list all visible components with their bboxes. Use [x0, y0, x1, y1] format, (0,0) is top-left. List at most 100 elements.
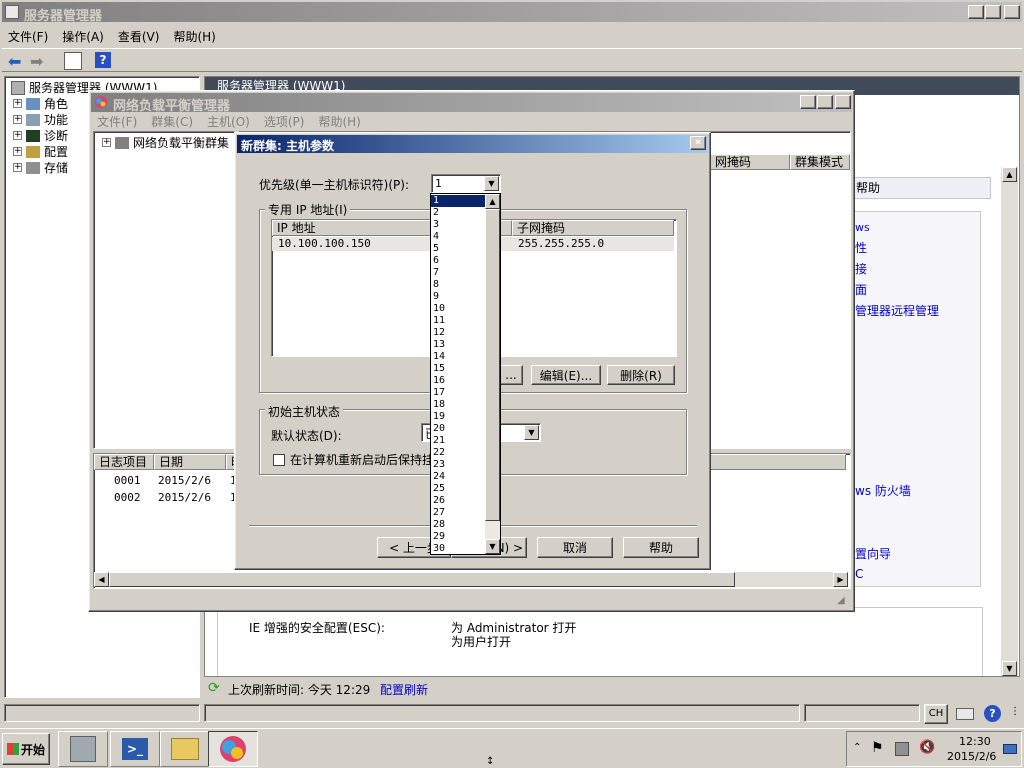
dropdown-option[interactable]: 15: [431, 363, 485, 375]
dropdown-option[interactable]: 10: [431, 303, 485, 315]
dialog-titlebar[interactable]: 新群集: 主机参数 ×: [237, 135, 708, 153]
persist-checkbox[interactable]: [273, 453, 285, 466]
nlb-menu-options[interactable]: 选项(P): [264, 113, 305, 129]
dropdown-option[interactable]: 17: [431, 387, 485, 399]
tree-item-storage[interactable]: + 存储: [13, 159, 68, 176]
flag-icon[interactable]: ⚑: [871, 740, 884, 756]
delete-button[interactable]: 删除(R): [607, 365, 675, 385]
dropdown-option[interactable]: 30: [431, 543, 485, 555]
dropdown-option[interactable]: 28: [431, 519, 485, 531]
dropdown-vscrollbar[interactable]: ▲ ▼: [485, 194, 500, 554]
log-header-date[interactable]: 日期: [154, 454, 226, 470]
dropdown-option[interactable]: 6: [431, 255, 485, 267]
dropdown-option[interactable]: 1: [431, 195, 485, 207]
ch-indicator[interactable]: CH: [924, 704, 948, 724]
close-button[interactable]: ×: [1004, 5, 1020, 19]
dropdown-option[interactable]: 11: [431, 315, 485, 327]
server-manager-titlebar[interactable]: 服务器管理器 _ □ ×: [2, 2, 1022, 24]
dropdown-option[interactable]: 14: [431, 351, 485, 363]
dialog-close-button[interactable]: ×: [690, 136, 706, 150]
dropdown-option[interactable]: 18: [431, 399, 485, 411]
volume-muted-icon[interactable]: 🔇: [919, 740, 935, 755]
show-hidden-icons[interactable]: ⌃: [853, 742, 861, 753]
scroll-down-arrow[interactable]: ▼: [1002, 661, 1017, 676]
menu-action[interactable]: 操作(A): [62, 28, 104, 44]
dropdown-option[interactable]: 12: [431, 327, 485, 339]
nlb-menu-file[interactable]: 文件(F): [97, 113, 137, 129]
side-link-3[interactable]: 接: [855, 260, 867, 277]
col-header-mask[interactable]: 网掩码: [710, 154, 790, 170]
maximize-button[interactable]: □: [985, 5, 1001, 19]
dropdown-option[interactable]: 27: [431, 507, 485, 519]
side-link-6[interactable]: ws 防火墙: [855, 482, 911, 499]
dropdown-option[interactable]: 9: [431, 291, 485, 303]
hscroll-thumb[interactable]: [109, 572, 735, 587]
side-link-4[interactable]: 面: [855, 281, 867, 298]
dropdown-option[interactable]: 21: [431, 435, 485, 447]
edit-button[interactable]: 编辑(E)...: [531, 365, 601, 385]
nlb-maximize-button[interactable]: □: [817, 95, 833, 109]
cancel-button[interactable]: 取消: [537, 537, 613, 558]
dropdown-option[interactable]: 26: [431, 495, 485, 507]
show-desktop-icon[interactable]: [1003, 744, 1017, 754]
clock-date[interactable]: 2015/2/6: [947, 750, 996, 763]
nlb-menu-cluster[interactable]: 群集(C): [151, 113, 193, 129]
menu-view[interactable]: 查看(V): [118, 28, 160, 44]
help-button[interactable]: 帮助: [623, 537, 699, 558]
dropdown-option[interactable]: 2: [431, 207, 485, 219]
nlb-tree-root[interactable]: + 网络负载平衡群集: [102, 134, 229, 151]
dropdown-scroll-down-arrow[interactable]: ▼: [485, 539, 500, 554]
dropdown-option[interactable]: 3: [431, 219, 485, 231]
configure-refresh-link[interactable]: 配置刷新: [380, 681, 428, 698]
dropdown-option[interactable]: 20: [431, 423, 485, 435]
show-hide-tree-icon[interactable]: [64, 52, 82, 70]
options-icon[interactable]: ⋮: [1010, 706, 1020, 717]
scroll-right-arrow[interactable]: ▶: [833, 572, 848, 587]
side-link-2[interactable]: 性: [855, 239, 867, 256]
chevron-down-icon[interactable]: ▼: [484, 176, 499, 191]
dropdown-option[interactable]: 19: [431, 411, 485, 423]
content-vscrollbar[interactable]: ▲ ▼: [1001, 167, 1018, 677]
expand-icon[interactable]: +: [13, 131, 22, 140]
expand-icon[interactable]: +: [13, 99, 22, 108]
menu-help[interactable]: 帮助(H): [173, 28, 215, 44]
col-header-mode[interactable]: 群集模式: [790, 154, 850, 170]
nlb-menu-host[interactable]: 主机(O): [207, 113, 250, 129]
taskbar-server-manager[interactable]: [58, 731, 108, 767]
expand-icon[interactable]: +: [13, 115, 22, 124]
dropdown-option[interactable]: 5: [431, 243, 485, 255]
priority-combobox[interactable]: 1 ▼: [431, 174, 501, 193]
priority-dropdown-list[interactable]: 1 2 3 4 5 6 7 8 9 10 11 12 13 14 15 16 17 18 19 20 21 22 23 24 2…: [430, 193, 501, 555]
back-arrow-icon[interactable]: ⬅: [8, 52, 21, 71]
dropdown-option[interactable]: 24: [431, 471, 485, 483]
log-hscrollbar[interactable]: ◀ ▶: [94, 572, 848, 587]
taskbar-explorer[interactable]: [160, 731, 210, 767]
menu-file[interactable]: 文件(F): [8, 28, 48, 44]
nlb-close-button[interactable]: ×: [835, 95, 851, 109]
keyboard-icon[interactable]: [956, 708, 974, 720]
dropdown-option[interactable]: 16: [431, 375, 485, 387]
side-link-5[interactable]: 管理器远程管理: [855, 302, 939, 319]
network-icon[interactable]: [895, 742, 909, 756]
start-button[interactable]: 开始: [2, 733, 50, 765]
dropdown-option[interactable]: 29: [431, 531, 485, 543]
side-link-8[interactable]: C: [855, 567, 863, 581]
nlb-minimize-button[interactable]: _: [800, 95, 816, 109]
forward-arrow-icon[interactable]: ➡: [30, 52, 43, 71]
resize-grip-icon[interactable]: ◢: [837, 595, 845, 606]
dropdown-option[interactable]: 13: [431, 339, 485, 351]
nlb-manager-titlebar[interactable]: 网络负载平衡管理器 _ □ ×: [91, 93, 852, 114]
dropdown-option[interactable]: 7: [431, 267, 485, 279]
scroll-left-arrow[interactable]: ◀: [94, 572, 109, 587]
minimize-button[interactable]: _: [968, 5, 984, 19]
dropdown-scroll-thumb[interactable]: [485, 209, 500, 521]
dropdown-option[interactable]: 22: [431, 447, 485, 459]
nlb-menu-help[interactable]: 帮助(H): [318, 113, 360, 129]
dropdown-option[interactable]: 23: [431, 459, 485, 471]
persist-checkbox-row[interactable]: 在计算机重新启动后保持挂: [273, 451, 434, 468]
dropdown-option[interactable]: 8: [431, 279, 485, 291]
help-round-icon[interactable]: ?: [984, 705, 1001, 722]
taskbar-nlb-manager[interactable]: [208, 731, 258, 767]
chevron-down-icon[interactable]: ▼: [524, 425, 539, 440]
side-link-7[interactable]: 置向导: [855, 545, 891, 562]
